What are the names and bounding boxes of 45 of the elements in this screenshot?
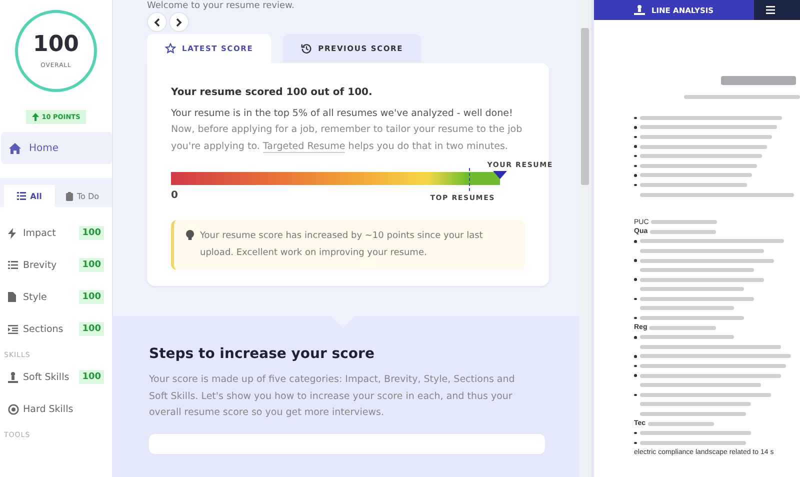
indent-icon [8, 324, 18, 334]
welcome-text: Welcome to your resume review. [147, 1, 296, 12]
bolt-icon [8, 228, 16, 238]
steps-heading: Steps to increase your score [149, 346, 376, 362]
advice-text: Now, before applying for a job, remember to tailor your resume to the job you're applying to. Targeted Resume helps you do that in two minutes. [171, 123, 524, 154]
target-icon [8, 404, 19, 414]
next-button[interactable] [169, 12, 189, 32]
category-item[interactable]: Style 100 [0, 281, 112, 313]
previous-button[interactable] [147, 12, 167, 32]
overall-score: 100 [33, 34, 79, 56]
category-item[interactable]: Brevity 100 [0, 249, 112, 281]
tip-text: Your resume score has increased by ~10 points since your last upload. Excellent work on improving your resume. [200, 230, 484, 260]
top-resumes-marker [468, 168, 470, 191]
clipboard-icon [66, 192, 73, 200]
chevron-left-icon [154, 18, 160, 26]
person-icon [634, 5, 646, 15]
filter-tab[interactable]: To Do [57, 185, 108, 207]
score-headline: Your resume scored 100 out of 100. [171, 87, 374, 98]
min-score-label: 0 [171, 190, 178, 202]
score-badge: 100 [79, 258, 104, 272]
filter-tab[interactable]: All [4, 185, 55, 207]
arrow-up-icon [32, 113, 39, 121]
category-item[interactable]: Sections 100 [0, 313, 112, 345]
score-badge: 100 [79, 322, 104, 336]
chevron-right-icon [176, 18, 182, 26]
list-icon [17, 192, 26, 200]
targeted-resume-link[interactable]: Targeted Resume [262, 140, 346, 152]
list-icon [8, 261, 18, 269]
category-item[interactable]: Impact 100 [0, 217, 112, 249]
list-icon [766, 6, 775, 14]
file-icon [8, 292, 16, 302]
score-badge: 100 [79, 290, 104, 304]
home-icon [9, 142, 21, 154]
star-icon [165, 43, 176, 54]
history-icon [301, 43, 312, 54]
home-nav-item[interactable]: Home [1, 132, 112, 164]
category-item[interactable]: Hard Skills [0, 393, 112, 425]
score-summary: Your resume is in the top 5% of all resumes we've analyzed - well done! [171, 107, 514, 121]
person-icon [8, 372, 18, 382]
scrollbar-thumb[interactable] [581, 28, 589, 185]
category-item[interactable]: Soft Skills 100 [0, 361, 112, 393]
lightbulb-icon [186, 230, 194, 241]
score-badge: 100 [79, 226, 104, 240]
steps-description: Your score is made up of five categories: Impact, Brevity, Style, Sections and Soft Skills. Let's show you how to increase your score in each, and thus your overall resume score so you get more interviews. [149, 373, 516, 420]
score-badge: 100 [79, 370, 104, 384]
